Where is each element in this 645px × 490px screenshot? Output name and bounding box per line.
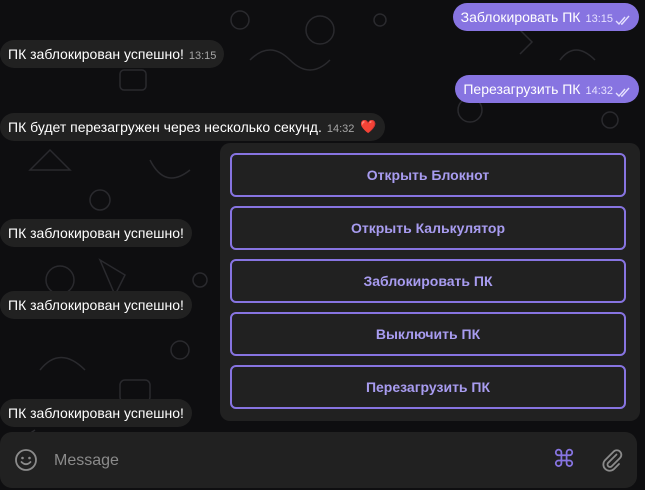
message-text: ПК заблокирован успешно! [8,405,184,421]
message-text: ПК заблокирован успешно! [8,46,184,62]
message-incoming[interactable]: ПК заблокирован успешно! [0,399,192,427]
message-input[interactable] [52,448,526,474]
message-incoming[interactable]: ПК будет перезагружен через несколько се… [0,113,385,141]
keyboard-button-open-notepad[interactable]: Открыть Блокнот [230,153,626,197]
message-text: ПК заблокирован успешно! [8,297,184,313]
keyboard-button-open-calculator[interactable]: Открыть Калькулятор [230,206,626,250]
message-time: 14:32 [326,123,355,135]
message-composer: ⌘ [0,432,637,488]
command-icon[interactable]: ⌘ [552,446,576,474]
message-outgoing[interactable]: Перезагрузить ПК 14:32 [455,75,639,103]
message-text: ПК заблокирован успешно! [8,225,184,241]
message-outgoing[interactable]: Заблокировать ПК 13:15 [452,3,639,31]
message-incoming[interactable]: ПК заблокирован успешно! 13:15 [0,40,225,68]
message-time: 14:32 [585,85,613,97]
smile-icon[interactable] [14,448,38,472]
message-time: 13:15 [188,50,217,62]
message-text: Заблокировать ПК [460,9,581,25]
message-time: 13:15 [585,13,613,25]
reply-keyboard: Открыть Блокнот Открыть Калькулятор Забл… [220,143,640,421]
message-text: ПК будет перезагружен через несколько се… [8,119,322,135]
heart-reaction-icon[interactable]: ❤️ [360,118,376,136]
keyboard-button-lock-pc[interactable]: Заблокировать ПК [230,259,626,303]
paperclip-icon[interactable] [600,448,624,472]
message-incoming[interactable]: ПК заблокирован успешно! [0,291,192,319]
message-incoming[interactable]: ПК заблокирован успешно! [0,219,192,247]
keyboard-button-shutdown-pc[interactable]: Выключить ПК [230,312,626,356]
message-text: Перезагрузить ПК [463,81,581,97]
double-check-icon [615,87,630,98]
keyboard-button-restart-pc[interactable]: Перезагрузить ПК [230,365,626,409]
double-check-icon [615,15,630,26]
